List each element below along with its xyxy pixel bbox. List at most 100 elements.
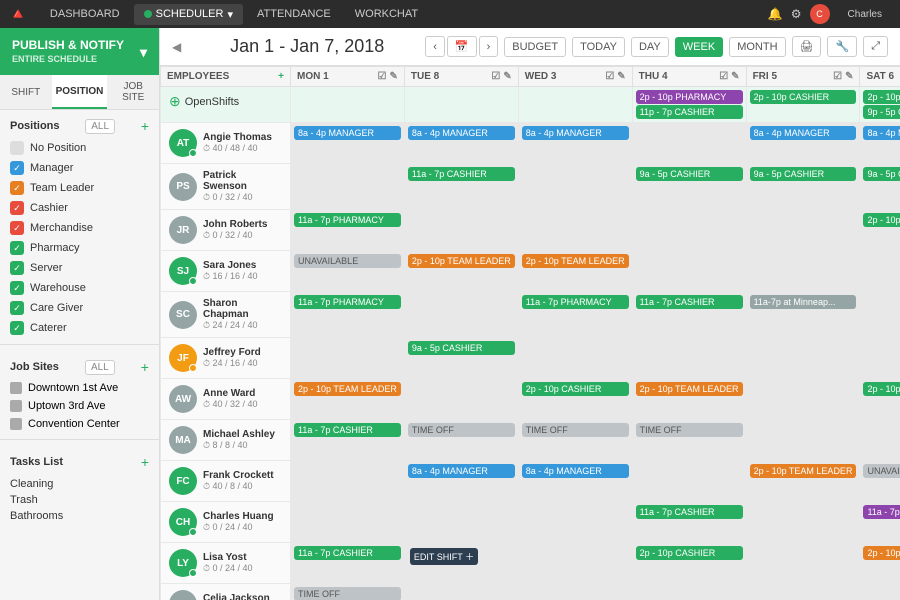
day-header-THU 4[interactable]: THU 4☑✎ xyxy=(632,67,746,87)
nav-dashboard[interactable]: DASHBOARD xyxy=(40,4,130,24)
nav-workchat[interactable]: WORKCHAT xyxy=(345,4,428,24)
shift-block-1-6[interactable]: 9a - 5p CASHIER xyxy=(863,167,900,181)
shift-cell-3-1[interactable]: UNAVAILABLE xyxy=(291,251,405,292)
tab-jobsite[interactable]: JOB SITE xyxy=(107,75,159,109)
shift-cell-2-4[interactable] xyxy=(632,210,746,251)
shift-cell-5-3[interactable] xyxy=(518,338,632,379)
shift-cell-10-6[interactable]: 2p - 10p TEAM LEADER xyxy=(860,543,900,584)
shift-cell-7-2[interactable]: TIME OFF xyxy=(404,420,518,461)
shift-cell-8-6[interactable]: UNAVAILABLE xyxy=(860,461,900,502)
tab-shift[interactable]: SHIFT xyxy=(0,75,52,109)
shift-cell-7-4[interactable]: TIME OFF xyxy=(632,420,746,461)
open-shift-cashier2[interactable]: 11p - 7p CASHIER xyxy=(636,105,743,119)
shift-block-6-4[interactable]: 2p - 10p TEAM LEADER xyxy=(636,382,743,396)
shift-cell-2-3[interactable] xyxy=(518,210,632,251)
shift-block-6-3[interactable]: 2p - 10p CASHIER xyxy=(522,382,629,396)
shift-cell-1-2[interactable]: 11a - 7p CASHIER xyxy=(404,164,518,210)
shift-cell-10-4[interactable]: 2p - 10p CASHIER xyxy=(632,543,746,584)
shift-cell-3-4[interactable] xyxy=(632,251,746,292)
gear-icon[interactable]: ⚙ xyxy=(791,7,802,21)
shift-cell-9-6[interactable]: 11a - 7p PHARMACY xyxy=(860,502,900,543)
shift-cell-4-2[interactable] xyxy=(404,292,518,338)
shift-cell-9-3[interactable] xyxy=(518,502,632,543)
shift-cell-11-2[interactable] xyxy=(404,584,518,600)
shift-cell-0-1[interactable]: 8a - 4p MANAGER xyxy=(291,123,405,164)
open-shifts-icon[interactable]: ⊕ xyxy=(169,93,181,110)
shift-cell-2-1[interactable]: 11a - 7p PHARMACY xyxy=(291,210,405,251)
positions-add-btn[interactable]: + xyxy=(141,118,149,134)
print-btn[interactable]: 🖨 xyxy=(792,36,822,57)
shift-cell-11-6[interactable] xyxy=(860,584,900,600)
shift-block-6-1[interactable]: 2p - 10p TEAM LEADER xyxy=(294,382,401,396)
shift-block-2-6[interactable]: 2p - 10p CASHIER xyxy=(863,213,900,227)
shift-block-2-1[interactable]: 11a - 7p PHARMACY xyxy=(294,213,401,227)
task-item[interactable]: Trash xyxy=(10,492,149,508)
shift-cell-4-6[interactable] xyxy=(860,292,900,338)
next-week-btn[interactable]: › xyxy=(479,36,499,57)
check-icon-5[interactable]: ☑ xyxy=(833,71,842,82)
shift-cell-8-1[interactable] xyxy=(291,461,405,502)
shift-cell-4-4[interactable]: 11a - 7p CASHIER xyxy=(632,292,746,338)
shift-cell-5-2[interactable]: 9a - 5p CASHIER xyxy=(404,338,518,379)
shift-block-3-3[interactable]: 2p - 10p TEAM LEADER xyxy=(522,254,629,268)
edit-icon-4[interactable]: ✎ xyxy=(731,71,739,82)
user-name[interactable]: Charles xyxy=(838,5,892,24)
shift-cell-10-1[interactable]: 11a - 7p CASHIER xyxy=(291,543,405,584)
day-btn[interactable]: DAY xyxy=(631,37,669,57)
shift-block-4-1[interactable]: 11a - 7p PHARMACY xyxy=(294,295,401,309)
shift-cell-3-2[interactable]: 2p - 10p TEAM LEADER xyxy=(404,251,518,292)
edit-icon-5[interactable]: ✎ xyxy=(845,71,853,82)
shift-cell-1-5[interactable]: 9a - 5p CASHIER xyxy=(746,164,860,210)
position-checkbox[interactable]: ✓ xyxy=(10,281,24,295)
shift-cell-1-4[interactable]: 9a - 5p CASHIER xyxy=(632,164,746,210)
shift-cell-7-6[interactable] xyxy=(860,420,900,461)
check-icon-2[interactable]: ☑ xyxy=(491,71,500,82)
shift-block-1-5[interactable]: 9a - 5p CASHIER xyxy=(750,167,857,181)
shift-cell-5-5[interactable] xyxy=(746,338,860,379)
shift-cell-6-2[interactable] xyxy=(404,379,518,420)
shift-cell-11-4[interactable] xyxy=(632,584,746,600)
shift-cell-10-5[interactable] xyxy=(746,543,860,584)
edit-icon-1[interactable]: ✎ xyxy=(390,71,398,82)
publish-button[interactable]: PUBLISH & NOTIFY ENTIRE SCHEDULE ▾ xyxy=(0,28,159,75)
shift-cell-6-3[interactable]: 2p - 10p CASHIER xyxy=(518,379,632,420)
shift-cell-1-3[interactable] xyxy=(518,164,632,210)
position-checkbox[interactable]: ✓ xyxy=(10,161,24,175)
shift-block-4-5[interactable]: 11a-7p at Minneap... xyxy=(750,295,857,309)
task-item[interactable]: Bathrooms xyxy=(10,508,149,524)
shift-block-0-1[interactable]: 8a - 4p MANAGER xyxy=(294,126,401,140)
shift-block-10-1[interactable]: 11a - 7p CASHIER xyxy=(294,546,401,560)
position-checkbox[interactable]: ✓ xyxy=(10,181,24,195)
position-item[interactable]: ✓ Server xyxy=(0,258,159,278)
shift-block-8-3[interactable]: 8a - 4p MANAGER xyxy=(522,464,629,478)
shift-cell-6-4[interactable]: 2p - 10p TEAM LEADER xyxy=(632,379,746,420)
edit-icon-2[interactable]: ✎ xyxy=(503,71,511,82)
shift-cell-9-4[interactable]: 11a - 7p CASHIER xyxy=(632,502,746,543)
position-item[interactable]: ✓ Team Leader xyxy=(0,178,159,198)
shift-block-10-4[interactable]: 2p - 10p CASHIER xyxy=(636,546,743,560)
position-checkbox[interactable]: ✓ xyxy=(10,301,24,315)
day-header-TUE 8[interactable]: TUE 8☑✎ xyxy=(404,67,518,87)
shift-cell-3-6[interactable] xyxy=(860,251,900,292)
position-item[interactable]: No Position xyxy=(0,138,159,158)
position-item[interactable]: ✓ Care Giver xyxy=(0,298,159,318)
month-btn[interactable]: MONTH xyxy=(729,37,785,57)
shift-block-6-6[interactable]: 2p - 10p CASHIER xyxy=(863,382,900,396)
shift-cell-8-4[interactable] xyxy=(632,461,746,502)
shift-block-1-4[interactable]: 9a - 5p CASHIER xyxy=(636,167,743,181)
open-shift-pharmacy[interactable]: 2p - 10p PHARMACY xyxy=(636,90,743,104)
job-site-item[interactable]: Uptown 3rd Ave xyxy=(0,397,159,415)
check-icon-4[interactable]: ☑ xyxy=(719,71,728,82)
shift-cell-9-5[interactable] xyxy=(746,502,860,543)
shift-cell-0-6[interactable]: 8a - 4p MANAGER xyxy=(860,123,900,164)
shift-cell-8-2[interactable]: 8a - 4p MANAGER xyxy=(404,461,518,502)
shift-cell-6-1[interactable]: 2p - 10p TEAM LEADER xyxy=(291,379,405,420)
shift-block-9-4[interactable]: 11a - 7p CASHIER xyxy=(636,505,743,519)
back-button[interactable]: ◀ xyxy=(172,40,181,54)
task-item[interactable]: Cleaning xyxy=(10,476,149,492)
user-avatar[interactable]: C xyxy=(810,4,830,24)
position-item[interactable]: ✓ Pharmacy xyxy=(0,238,159,258)
position-checkbox[interactable]: ✓ xyxy=(10,221,24,235)
tab-position[interactable]: POSITION xyxy=(52,75,108,109)
shift-cell-7-5[interactable] xyxy=(746,420,860,461)
